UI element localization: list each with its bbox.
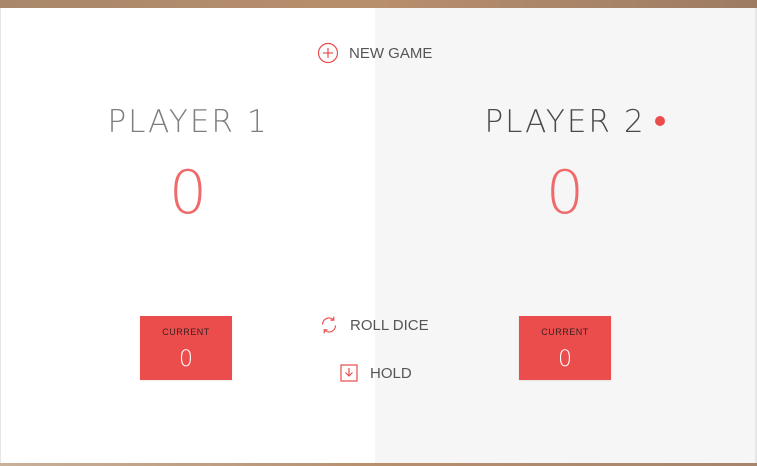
roll-dice-button[interactable]: ROLL DICE <box>318 314 429 336</box>
plus-circle-icon <box>317 42 339 64</box>
player-2-score: 0 <box>545 158 585 228</box>
refresh-icon <box>318 314 340 336</box>
player-1-name: PLAYER 1 <box>107 104 269 140</box>
new-game-button[interactable]: NEW GAME <box>317 42 432 64</box>
player-1-current-score: 0 <box>179 347 193 372</box>
player-2-name: PLAYER 2 <box>484 104 646 140</box>
hold-label: HOLD <box>370 364 412 382</box>
player-2-current-label: CURRENT <box>541 327 589 337</box>
hold-button[interactable]: HOLD <box>338 362 412 384</box>
top-accent-border <box>0 0 757 8</box>
player-2-current-box: CURRENT 0 <box>519 316 611 380</box>
player-2-panel: PLAYER 2 0 CURRENT 0 <box>375 8 757 463</box>
download-icon <box>338 362 360 384</box>
player-1-score: 0 <box>168 158 208 228</box>
player-1-current-box: CURRENT 0 <box>140 316 232 380</box>
game-board: PLAYER 1 0 CURRENT 0 PLAYER 2 0 CURRENT … <box>0 0 757 466</box>
player-2-current-score: 0 <box>558 347 572 372</box>
active-player-indicator <box>655 116 665 126</box>
player-1-panel: PLAYER 1 0 CURRENT 0 <box>0 8 375 463</box>
roll-dice-label: ROLL DICE <box>350 316 429 334</box>
player-1-current-label: CURRENT <box>162 327 210 337</box>
new-game-label: NEW GAME <box>349 44 433 62</box>
